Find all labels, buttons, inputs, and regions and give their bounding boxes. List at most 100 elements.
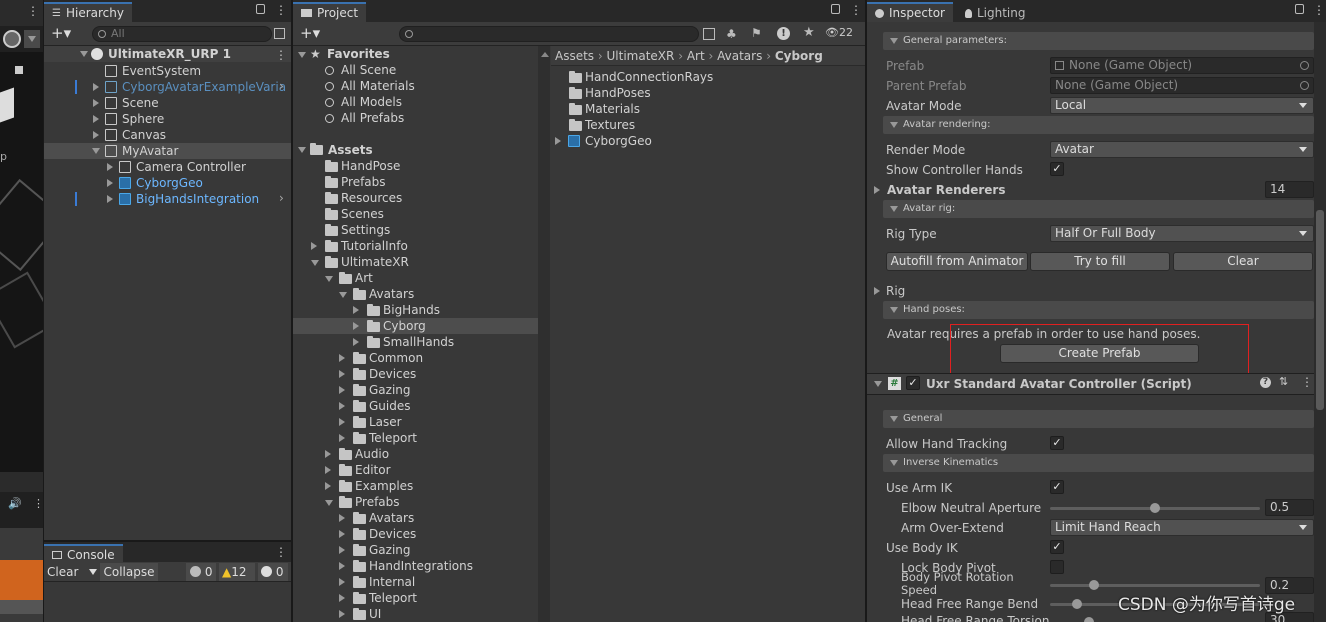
- list-item[interactable]: HandPoses: [585, 85, 651, 101]
- autofill-from-animator-button[interactable]: Autofill from Animator: [886, 252, 1028, 271]
- preset-icon[interactable]: ⇅: [1279, 375, 1288, 388]
- list-item[interactable]: All Prefabs: [341, 110, 404, 126]
- tree-item[interactable]: Settings: [341, 222, 390, 238]
- lock-icon[interactable]: [256, 4, 265, 14]
- tab-project[interactable]: Project: [293, 2, 367, 22]
- tree-item[interactable]: Common: [369, 350, 423, 366]
- tree-item[interactable]: Scenes: [341, 206, 384, 222]
- tab-hierarchy[interactable]: ☰ Hierarchy: [44, 2, 132, 22]
- list-item[interactable]: EventSystem: [122, 63, 201, 79]
- add-button[interactable]: +▾: [300, 25, 320, 41]
- try-to-fill-button[interactable]: Try to fill: [1030, 252, 1170, 271]
- list-item[interactable]: Sphere: [122, 111, 164, 127]
- tree-item[interactable]: Teleport: [369, 430, 417, 446]
- tree-item[interactable]: Devices: [369, 366, 416, 382]
- audio-icon[interactable]: 🔊: [8, 497, 22, 510]
- search-by-type-icon[interactable]: [703, 28, 715, 40]
- section-general[interactable]: General: [883, 410, 1314, 428]
- head-free-range-torsion-knob[interactable]: [1084, 617, 1094, 622]
- tree-item[interactable]: Examples: [355, 478, 413, 494]
- breadcrumb-item[interactable]: Cyborg: [775, 49, 823, 63]
- head-free-range-bend-knob[interactable]: [1072, 599, 1082, 609]
- list-item[interactable]: HandConnectionRays: [585, 69, 713, 85]
- list-item[interactable]: Textures: [585, 117, 635, 133]
- add-button[interactable]: +▾: [51, 25, 71, 41]
- tree-item[interactable]: SmallHands: [383, 334, 454, 350]
- breadcrumb-item[interactable]: Art: [687, 49, 705, 63]
- label-icon[interactable]: ⚑: [751, 26, 762, 40]
- tree-item[interactable]: UltimateXR: [341, 254, 409, 270]
- tree-item[interactable]: Resources: [341, 190, 402, 206]
- list-item[interactable]: CyborgGeo: [136, 175, 203, 191]
- scene-kebab-icon[interactable]: ⋮: [275, 49, 287, 61]
- kebab-icon[interactable]: ⋮: [275, 546, 287, 558]
- kebab-icon[interactable]: ⋮: [27, 5, 39, 17]
- tree-item[interactable]: Prefabs: [341, 174, 386, 190]
- breadcrumb-item[interactable]: UltimateXR: [607, 49, 675, 63]
- assets-header[interactable]: Assets: [328, 142, 373, 158]
- lock-icon[interactable]: [831, 4, 840, 14]
- avatar-mode-dropdown[interactable]: Local: [1050, 97, 1314, 114]
- list-item[interactable]: Camera Controller: [136, 159, 246, 175]
- dropdown-icon[interactable]: [24, 30, 40, 48]
- tree-item[interactable]: Guides: [369, 398, 411, 414]
- render-mode-dropdown[interactable]: Avatar: [1050, 141, 1314, 158]
- use-arm-ik-checkbox[interactable]: ✓: [1050, 480, 1064, 494]
- allow-hand-tracking-checkbox[interactable]: ✓: [1050, 436, 1064, 450]
- list-item[interactable]: CyborgGeo: [585, 133, 652, 149]
- prefab-field[interactable]: None (Game Object): [1050, 57, 1314, 74]
- inspector-scrollbar-thumb[interactable]: [1316, 210, 1324, 410]
- scene-view-strip[interactable]: ⋮ p 🔊 ⋮: [0, 0, 43, 622]
- clear-rig-button[interactable]: Clear: [1173, 252, 1313, 271]
- rig-type-dropdown[interactable]: Half Or Full Body: [1050, 225, 1314, 242]
- breadcrumb-item[interactable]: Avatars: [717, 49, 762, 63]
- tree-item[interactable]: BigHands: [383, 302, 440, 318]
- chevron-right-icon[interactable]: ›: [279, 191, 284, 205]
- list-item[interactable]: CyborgAvatarExampleVaria: [122, 79, 286, 95]
- help-icon[interactable]: ?: [1260, 377, 1271, 388]
- clear-button[interactable]: Clear: [47, 564, 78, 580]
- elbow-aperture-knob[interactable]: [1150, 503, 1160, 513]
- breadcrumb-item[interactable]: Assets: [555, 49, 594, 63]
- rig-foldout[interactable]: Rig: [886, 283, 905, 299]
- tree-item[interactable]: TutorialInfo: [341, 238, 408, 254]
- kebab-icon[interactable]: ⋮: [33, 497, 43, 510]
- filter-icon[interactable]: ♣: [726, 27, 737, 41]
- list-item[interactable]: Scene: [122, 95, 159, 111]
- component-enabled-checkbox[interactable]: ✓: [906, 376, 920, 390]
- tree-item[interactable]: Editor: [355, 462, 391, 478]
- tab-console[interactable]: Console: [44, 544, 123, 564]
- tree-item[interactable]: Internal: [369, 574, 415, 590]
- tree-item[interactable]: Avatars: [369, 510, 414, 526]
- section-avatar-rig[interactable]: Avatar rig:: [883, 200, 1314, 218]
- hidden-packages-icon[interactable]: 👁22: [825, 26, 853, 39]
- list-item[interactable]: All Scene: [341, 62, 396, 78]
- kebab-icon[interactable]: ⋮: [850, 4, 862, 16]
- list-item[interactable]: Canvas: [122, 127, 166, 143]
- object-picker-icon[interactable]: [1300, 61, 1309, 70]
- elbow-aperture-value[interactable]: 0.5: [1265, 499, 1314, 516]
- component-kebab-icon[interactable]: ⋮: [1301, 375, 1313, 389]
- tree-item[interactable]: Avatars: [369, 286, 414, 302]
- gizmo-toggle-icon[interactable]: [3, 30, 21, 48]
- lock-body-pivot-checkbox[interactable]: [1050, 560, 1064, 574]
- tree-item[interactable]: Audio: [355, 446, 389, 462]
- filter-icon[interactable]: [274, 28, 285, 39]
- search-input[interactable]: [399, 26, 699, 42]
- section-hand-poses[interactable]: Hand poses:: [883, 301, 1314, 319]
- tree-item[interactable]: Prefabs: [355, 494, 400, 510]
- warning-filter-icon[interactable]: !: [777, 27, 790, 40]
- section-avatar-rendering[interactable]: Avatar rendering:: [883, 116, 1314, 134]
- tree-item[interactable]: UI: [369, 606, 381, 622]
- tab-inspector[interactable]: Inspector: [867, 2, 953, 22]
- section-inverse-kinematics[interactable]: Inverse Kinematics: [883, 454, 1314, 472]
- tree-item[interactable]: Gazing: [369, 382, 411, 398]
- message-count-toggle[interactable]: 0: [258, 563, 288, 581]
- tree-scrollbar[interactable]: [538, 46, 550, 622]
- use-body-ik-checkbox[interactable]: ✓: [1050, 540, 1064, 554]
- error-count-toggle[interactable]: 0: [186, 563, 216, 581]
- tab-lighting[interactable]: Lighting: [956, 2, 1034, 22]
- avatar-renderers-count[interactable]: 14: [1265, 181, 1314, 198]
- clear-dropdown-icon[interactable]: [87, 566, 99, 578]
- avatar-renderers-foldout[interactable]: Avatar Renderers: [887, 182, 1005, 198]
